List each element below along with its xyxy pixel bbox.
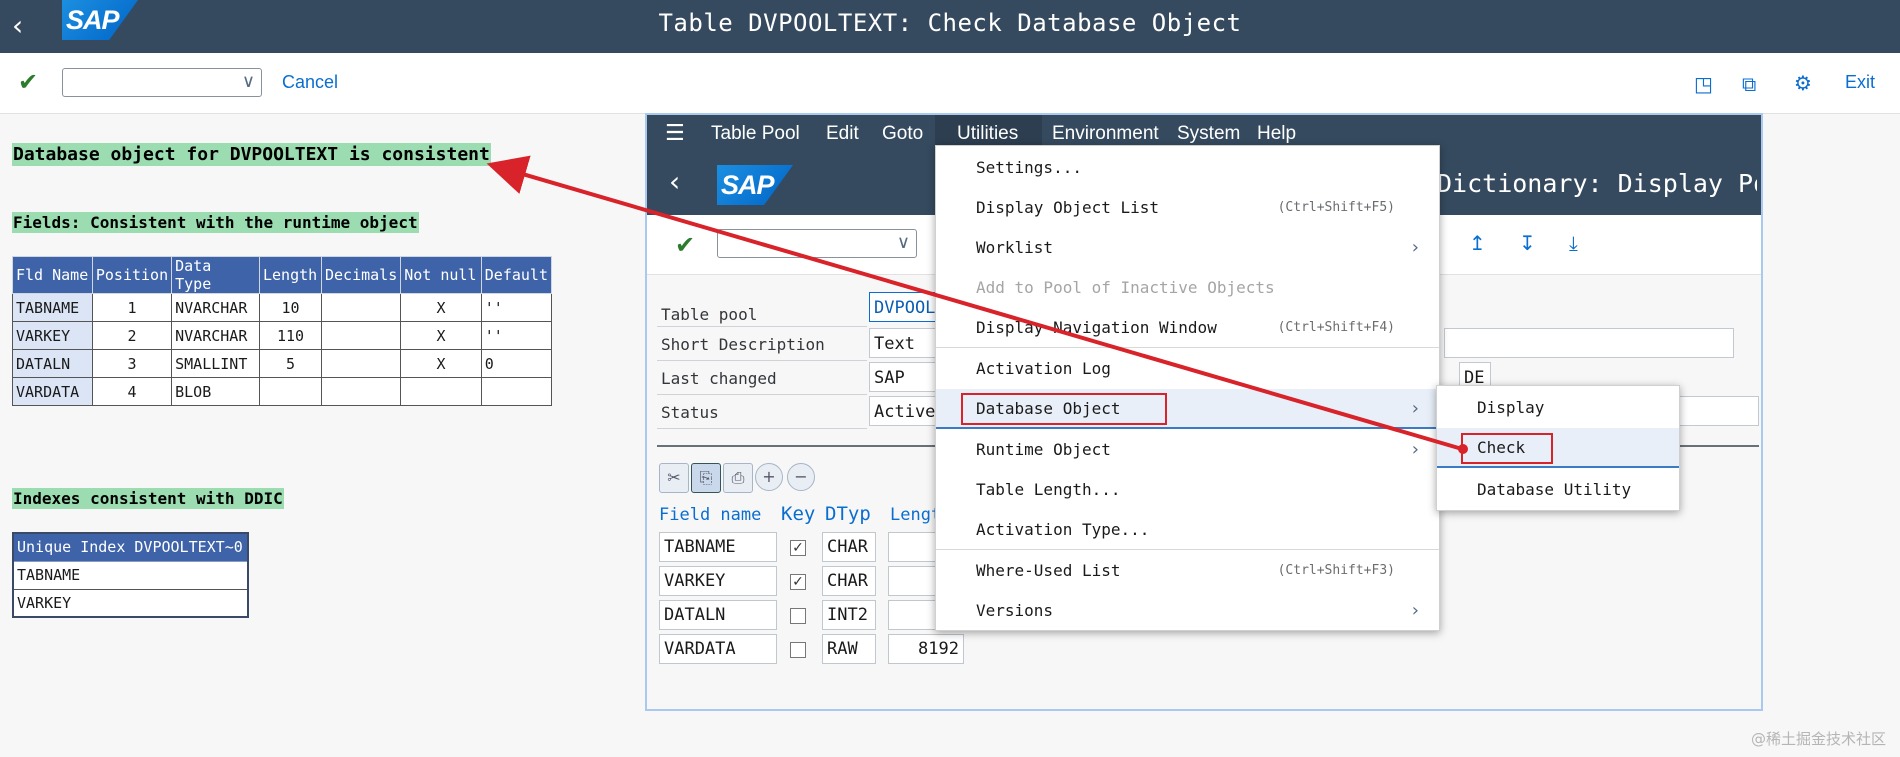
watermark: @稀土掘金技术社区 bbox=[1750, 730, 1886, 748]
annotation-arrow bbox=[486, 155, 1468, 454]
